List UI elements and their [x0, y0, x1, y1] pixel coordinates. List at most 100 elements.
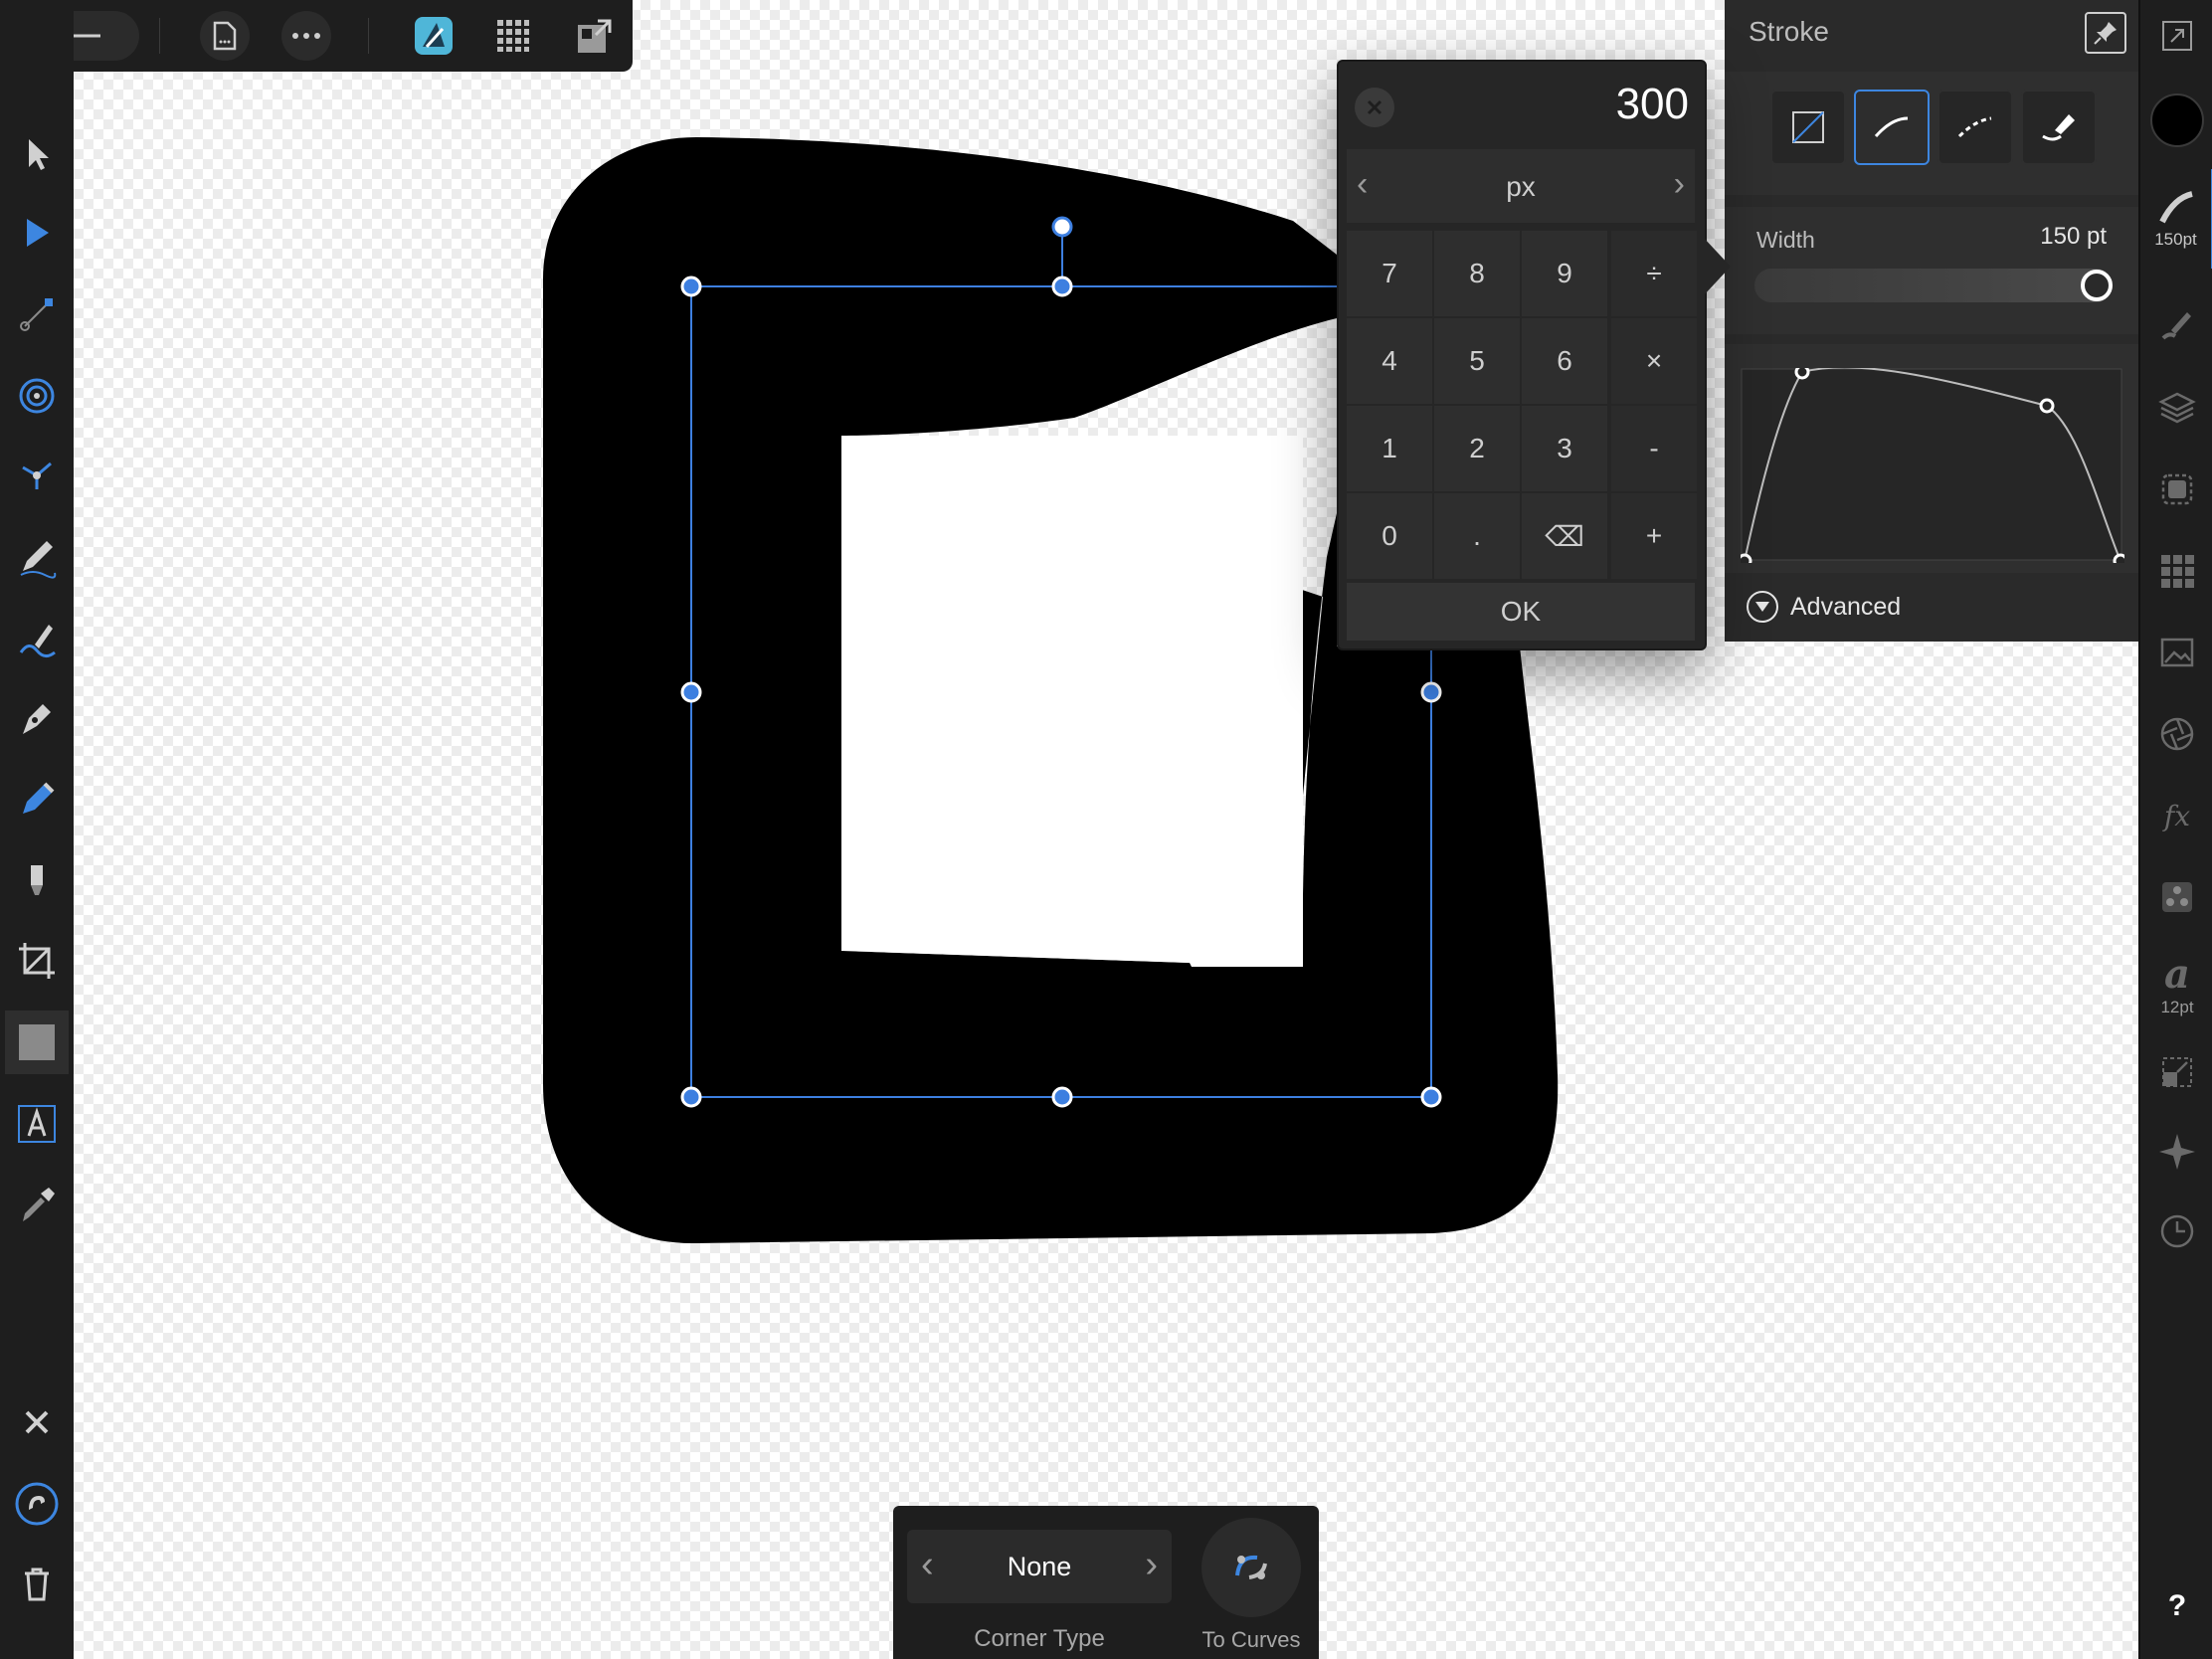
- transparency-tool[interactable]: [5, 849, 69, 913]
- appearance-panel-button[interactable]: [2140, 461, 2212, 517]
- rectangle-tool[interactable]: [5, 1011, 69, 1074]
- designer-persona-button[interactable]: [408, 10, 460, 62]
- more-button[interactable]: [280, 10, 332, 62]
- chevron-right-icon[interactable]: ›: [1145, 1544, 1158, 1586]
- key-0[interactable]: 0: [1347, 493, 1432, 579]
- help-icon: ?: [2167, 1589, 2187, 1622]
- handle-bottom-left: [680, 1086, 702, 1108]
- key-minus[interactable]: -: [1611, 406, 1697, 491]
- stroke-style-solid[interactable]: [1854, 90, 1930, 165]
- corner-tool[interactable]: [5, 282, 69, 346]
- export-button[interactable]: [569, 10, 621, 62]
- stroke-style-brush[interactable]: [2021, 90, 2097, 165]
- styles-panel-button[interactable]: [2140, 869, 2212, 925]
- key-decimal[interactable]: .: [1434, 493, 1520, 579]
- transparency-panel-button[interactable]: [2140, 706, 2212, 762]
- move-tool[interactable]: [5, 121, 69, 185]
- image-icon: [2160, 638, 2194, 667]
- history-panel-button[interactable]: [2140, 1203, 2212, 1259]
- width-slider-thumb[interactable]: [2081, 270, 2113, 301]
- key-divide[interactable]: ÷: [1611, 231, 1697, 316]
- close-button[interactable]: [5, 1390, 69, 1454]
- contour-tool[interactable]: [5, 444, 69, 507]
- shape-inner-hole: [841, 436, 1303, 967]
- assets-panel-button[interactable]: [2140, 625, 2212, 680]
- expand-icon: [2162, 21, 2192, 51]
- aperture-icon: [2160, 717, 2194, 751]
- trash-icon: [25, 1567, 49, 1601]
- advanced-toggle[interactable]: Advanced: [1747, 591, 1901, 623]
- key-2[interactable]: 2: [1434, 406, 1520, 491]
- ok-button[interactable]: OK: [1347, 583, 1695, 641]
- ellipsis-icon: [292, 33, 320, 39]
- key-4[interactable]: 4: [1347, 318, 1432, 404]
- vector-brush-icon: [19, 625, 56, 657]
- grid-icon: [497, 20, 529, 52]
- clear-button[interactable]: [1355, 88, 1394, 127]
- pin-button[interactable]: [2085, 12, 2126, 54]
- crop-tool[interactable]: [5, 929, 69, 993]
- brushes-panel-button[interactable]: [2140, 298, 2212, 354]
- pin-icon: [2094, 22, 2117, 45]
- key-plus[interactable]: +: [1611, 493, 1697, 579]
- close-icon: [25, 1410, 49, 1434]
- pen-tool[interactable]: [5, 686, 69, 750]
- text-tool[interactable]: [5, 1092, 69, 1156]
- key-9[interactable]: 9: [1522, 231, 1607, 316]
- vector-brush-tool[interactable]: [5, 607, 69, 670]
- pressure-curve[interactable]: [1737, 364, 2128, 569]
- transform-icon: [2162, 1057, 2192, 1087]
- swatches-panel-button[interactable]: [2140, 543, 2212, 599]
- to-curves-button[interactable]: [1201, 1518, 1301, 1617]
- to-curves-icon: [1235, 1555, 1267, 1579]
- fill-tool[interactable]: [5, 768, 69, 831]
- effects-panel-button[interactable]: fx: [2140, 788, 2212, 843]
- key-8[interactable]: 8: [1434, 231, 1520, 316]
- delete-button[interactable]: [5, 1552, 69, 1615]
- text-style-icon: a: [2164, 951, 2190, 998]
- handle-top-left: [680, 276, 702, 297]
- dashed-stroke-icon: [1957, 116, 1992, 138]
- key-3[interactable]: 3: [1522, 406, 1607, 491]
- navigator-panel-button[interactable]: [2140, 1124, 2212, 1180]
- rotation-handle: [1051, 216, 1073, 238]
- handle-bottom-right: [1420, 1086, 1442, 1108]
- corner-type-selector[interactable]: ‹ None ›: [907, 1530, 1172, 1603]
- contour-tool-icon: [22, 461, 52, 489]
- top-toolbar: [0, 0, 633, 72]
- transform-panel-button[interactable]: [2140, 1044, 2212, 1100]
- rectangle-icon: [19, 1024, 55, 1060]
- key-5[interactable]: 5: [1434, 318, 1520, 404]
- key-backspace[interactable]: ⌫: [1522, 493, 1607, 579]
- width-slider[interactable]: [1754, 269, 2113, 302]
- color-panel-button[interactable]: [2140, 92, 2212, 149]
- point-transform-tool[interactable]: [5, 364, 69, 428]
- layers-panel-button[interactable]: [2140, 380, 2212, 436]
- key-6[interactable]: 6: [1522, 318, 1607, 404]
- help-button[interactable]: ?: [2140, 1581, 2212, 1631]
- snapping-button[interactable]: [5, 1472, 69, 1536]
- text-size-label: 12pt: [2160, 998, 2194, 1016]
- studio-toggle-button[interactable]: [2140, 10, 2212, 62]
- unit-selector[interactable]: ‹ px ›: [1347, 149, 1695, 223]
- magnet-icon: [15, 1482, 59, 1526]
- color-picker-tool[interactable]: [5, 1174, 69, 1237]
- key-7[interactable]: 7: [1347, 231, 1432, 316]
- export-icon: [578, 19, 612, 53]
- pencil-tool[interactable]: [5, 525, 69, 589]
- stroke-style-none[interactable]: [1770, 90, 1846, 165]
- stroke-panel-button[interactable]: 150pt: [2140, 169, 2212, 269]
- stroke-style-dashed[interactable]: [1937, 90, 2013, 165]
- node-tool[interactable]: [5, 201, 69, 265]
- swatches-icon: [2161, 555, 2194, 588]
- key-1[interactable]: 1: [1347, 406, 1432, 491]
- grid-button[interactable]: [487, 10, 539, 62]
- key-multiply[interactable]: ×: [1611, 318, 1697, 404]
- document-button[interactable]: [199, 10, 251, 62]
- solid-stroke-icon: [1874, 116, 1909, 137]
- chevron-right-icon[interactable]: ›: [1674, 165, 1685, 204]
- pencil-icon: [20, 541, 57, 579]
- text-styles-panel-button[interactable]: a 12pt: [2140, 945, 2212, 1026]
- target-icon: [19, 378, 55, 414]
- pen-nib-icon: [23, 704, 51, 734]
